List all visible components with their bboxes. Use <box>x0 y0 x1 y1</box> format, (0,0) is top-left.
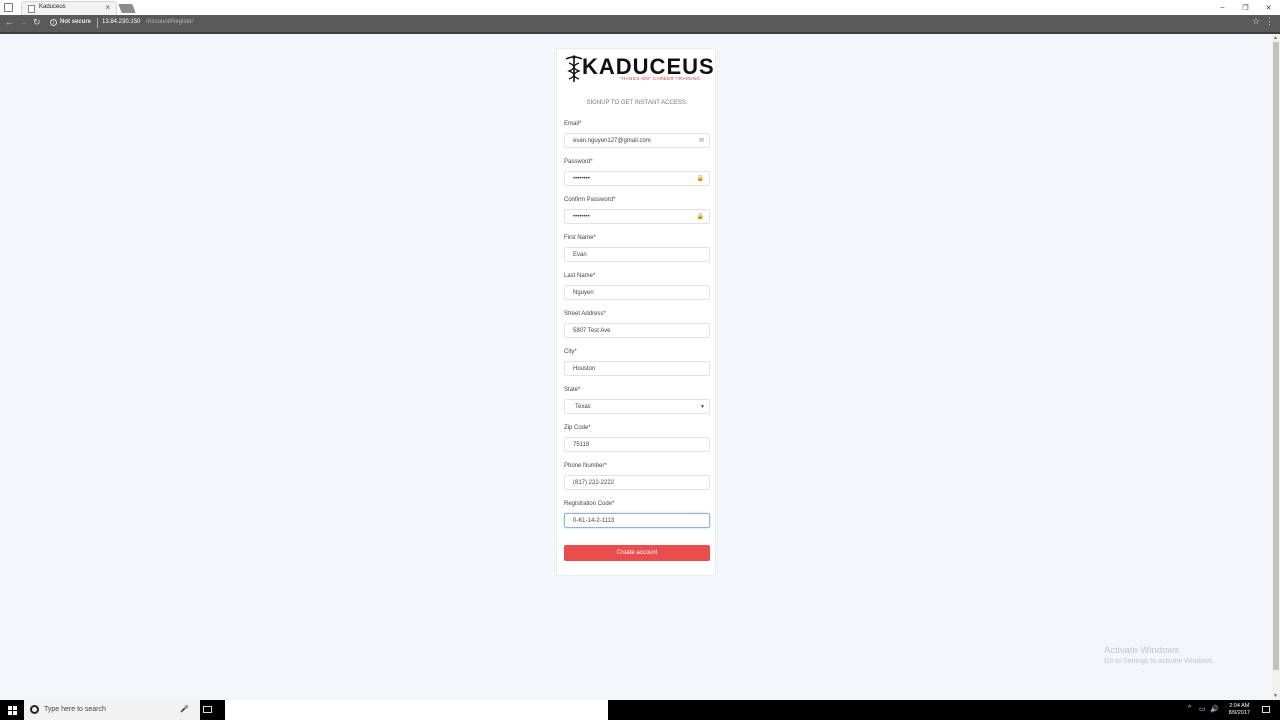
chevron-down-icon: ▼ <box>700 404 705 410</box>
watermark-title: Activate Windows <box>1104 645 1179 656</box>
chevron-up-icon[interactable]: ^ <box>1188 705 1191 712</box>
state-label: State* <box>564 387 581 393</box>
url-path[interactable]: /Account/Register <box>146 19 193 25</box>
password-value: •••••••• <box>573 176 590 182</box>
last-name-field[interactable]: Nguyen <box>564 285 710 300</box>
close-window-button[interactable]: ✕ <box>1257 0 1280 15</box>
email-value: evan.nguyen127@gmail.com <box>573 138 651 144</box>
caduceus-logo-icon <box>565 55 583 82</box>
watermark-subtitle: Go to Settings to activate Windows. <box>1104 658 1215 665</box>
first-name-label: First Name* <box>564 235 596 241</box>
state-value: Texas <box>575 404 591 410</box>
page-favicon-icon <box>28 5 35 13</box>
envelope-icon: ✉ <box>698 138 704 144</box>
system-tray: ^ ▭ 🔊 2:04 AM 8/9/2017 <box>1180 700 1280 720</box>
zip-code-field[interactable]: 75118 <box>564 437 710 452</box>
windows-taskbar: Type here to search 🎤 ^ ▭ 🔊 2:04 AM 8/9/… <box>0 700 1280 720</box>
phone-number-label: Phone Number* <box>564 463 607 469</box>
search-placeholder: Type here to search <box>44 706 106 713</box>
bookmark-star-icon[interactable]: ☆ <box>1252 16 1260 27</box>
zip-code-value: 75118 <box>573 442 590 448</box>
taskbar-search-box[interactable]: Type here to search 🎤 <box>24 700 200 720</box>
task-view-icon[interactable] <box>203 706 212 713</box>
street-address-value: 5807 Test Ave <box>573 328 611 334</box>
lock-icon: 🔒 <box>696 176 704 182</box>
back-arrow-icon[interactable]: ← <box>5 17 14 27</box>
city-value: Houston <box>573 366 596 372</box>
volume-icon[interactable]: 🔊 <box>1210 705 1219 713</box>
scroll-thumb[interactable] <box>1273 42 1279 670</box>
email-field[interactable]: evan.nguyen127@gmail.com ✉ <box>564 133 710 148</box>
tab-close-icon[interactable]: × <box>105 3 110 12</box>
phone-number-value: (817) 222-2222 <box>573 480 615 486</box>
notification-icon[interactable] <box>1262 706 1270 713</box>
street-address-field[interactable]: 5807 Test Ave <box>564 323 710 338</box>
browser-tab[interactable]: Kaduceus × <box>21 1 117 15</box>
taskbar-clock[interactable]: 2:04 AM 8/9/2017 <box>1229 703 1250 717</box>
browser-toolbar: ← → ↻ i Not secure 13.84.230.150 /Accoun… <box>0 15 1280 32</box>
toolbar-divider <box>0 32 1280 34</box>
address-divider <box>97 18 98 28</box>
page-scrollbar[interactable]: ▲ ▼ <box>1272 34 1280 700</box>
city-label: City* <box>564 349 577 355</box>
window-controls: – ❐ ✕ <box>1211 0 1280 15</box>
security-label[interactable]: Not secure <box>60 19 91 25</box>
password-field[interactable]: •••••••• 🔒 <box>564 171 710 186</box>
clock-time: 2:04 AM <box>1229 703 1250 709</box>
address-bar[interactable]: i Not secure 13.84.230.150 /Account/Regi… <box>46 16 1264 30</box>
first-name-field[interactable]: Evan <box>564 247 710 262</box>
first-name-value: Evan <box>573 252 587 258</box>
lock-icon: 🔒 <box>696 214 704 220</box>
scroll-up-icon[interactable]: ▲ <box>1273 35 1278 41</box>
signup-subtitle: SIGNUP TO GET INSTANT ACCESS. <box>586 100 688 106</box>
taskbar-app-preview[interactable] <box>225 700 608 720</box>
tab-title: Kaduceus <box>39 4 66 10</box>
windows-logo-icon <box>7 705 17 715</box>
kaduceus-logo: KADUCEUS "HANDS-ON" CAREER TRAINING <box>564 54 714 84</box>
browser-tab-bar: Kaduceus × – ❐ ✕ <box>0 0 1280 15</box>
registration-code-value: 0-KL-14-2-1113 <box>573 518 615 524</box>
email-label: Email* <box>564 121 582 127</box>
more-menu-icon[interactable]: ⋮ <box>1265 16 1274 27</box>
minimize-button[interactable]: – <box>1211 0 1234 15</box>
street-address-label: Street Address* <box>564 311 606 317</box>
last-name-label: Last Name* <box>564 273 596 279</box>
network-icon[interactable]: ▭ <box>1199 705 1206 713</box>
browser-menu-icon[interactable] <box>4 3 13 12</box>
activate-windows-watermark: Activate Windows Go to Settings to activ… <box>1104 645 1215 665</box>
restore-button[interactable]: ❐ <box>1234 0 1257 15</box>
confirm-password-field[interactable]: •••••••• 🔒 <box>564 209 710 224</box>
phone-number-field[interactable]: (817) 222-2222 <box>564 475 710 490</box>
clock-date: 8/9/2017 <box>1228 710 1250 716</box>
start-button[interactable] <box>0 700 24 720</box>
scroll-down-icon[interactable]: ▼ <box>1273 693 1278 699</box>
create-account-button[interactable]: Create account <box>564 545 710 561</box>
info-icon[interactable]: i <box>50 19 57 26</box>
cortana-icon <box>30 705 39 714</box>
confirm-password-label: Confirm Password* <box>564 197 616 203</box>
url-host[interactable]: 13.84.230.150 <box>102 19 140 25</box>
logo-tagline: "HANDS-ON" CAREER TRAINING <box>620 76 701 81</box>
forward-arrow-icon[interactable]: → <box>19 17 28 27</box>
reload-icon[interactable]: ↻ <box>33 17 41 28</box>
password-label: Password* <box>564 159 593 165</box>
register-card: KADUCEUS "HANDS-ON" CAREER TRAINING SIGN… <box>556 48 716 576</box>
state-select[interactable]: Texas ▼ <box>564 399 710 414</box>
new-tab-button[interactable] <box>118 4 136 13</box>
city-field[interactable]: Houston <box>564 361 710 376</box>
registration-code-field[interactable]: 0-KL-14-2-1113 <box>564 513 710 528</box>
microphone-icon[interactable]: 🎤 <box>180 705 189 713</box>
confirm-password-value: •••••••• <box>573 214 590 220</box>
last-name-value: Nguyen <box>573 290 594 296</box>
zip-code-label: Zip Code* <box>564 425 591 431</box>
registration-code-label: Registration Code* <box>564 501 615 507</box>
